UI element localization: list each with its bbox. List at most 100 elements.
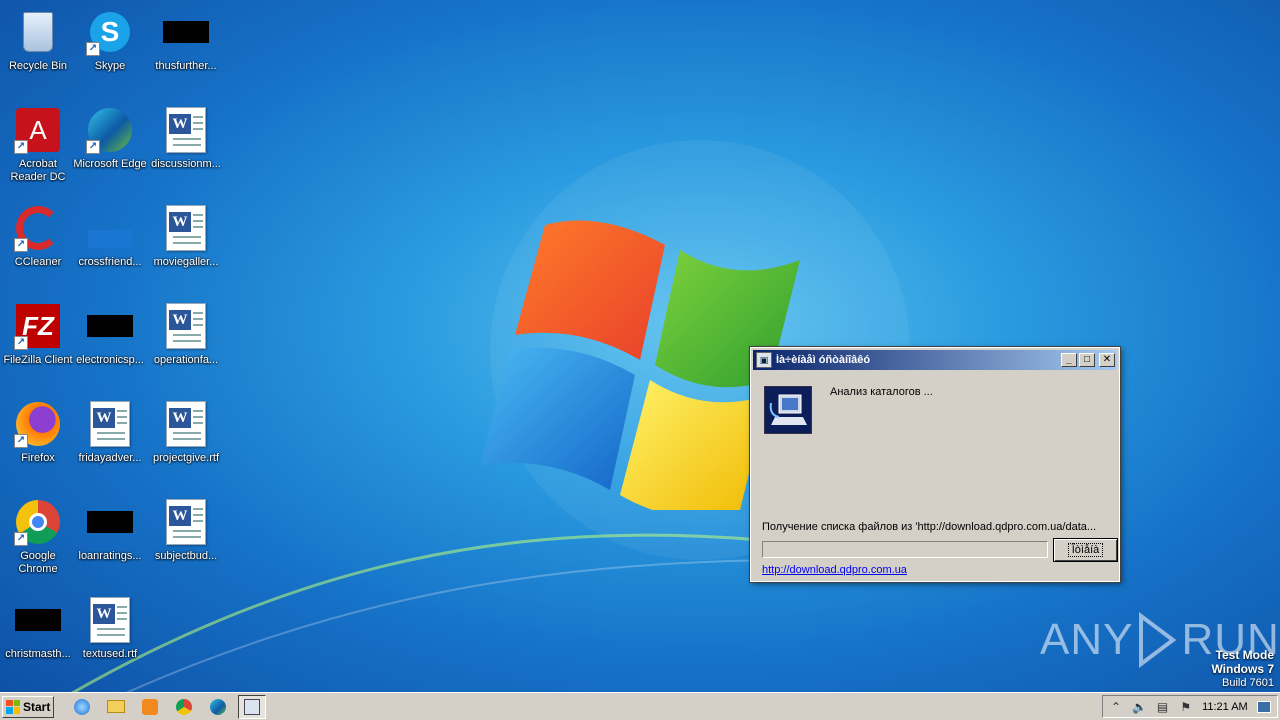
- desktop-icon-label: Acrobat Reader DC: [10, 158, 66, 183]
- shortcut-arrow-icon: ↗: [14, 336, 28, 350]
- windows-flag-icon: [6, 699, 20, 714]
- computer-network-icon: [764, 386, 812, 434]
- shortcut-arrow-icon: ↗: [14, 434, 28, 448]
- desktop-icon[interactable]: Wfridayadver...: [72, 394, 148, 486]
- word-doc-icon: W: [162, 302, 210, 350]
- installer-icon[interactable]: [238, 694, 266, 719]
- edge-icon: ↗: [86, 106, 134, 154]
- ie-icon[interactable]: [68, 695, 96, 719]
- desktop-icon-label: projectgive.rtf: [152, 452, 220, 464]
- blacked-out-file-icon: [86, 302, 134, 350]
- ccleaner-icon: ↗: [14, 204, 62, 252]
- play-icon: [1139, 612, 1177, 668]
- desktop-icon-label: Microsoft Edge: [73, 158, 147, 170]
- shortcut-arrow-icon: ↗: [86, 140, 100, 154]
- chrome-icon[interactable]: [170, 695, 198, 719]
- desktop-icon[interactable]: ↗ Google Chrome: [0, 492, 76, 584]
- blacked-out-file-icon: [162, 8, 210, 56]
- desktop-icon[interactable]: thusfurther...: [148, 2, 224, 94]
- desktop-icon-label: loanratings...: [78, 550, 142, 562]
- blacked-out-file-icon: [14, 596, 62, 644]
- desktop-icon[interactable]: A ↗ Acrobat Reader DC: [0, 100, 76, 192]
- desktop-icon-label: textused.rtf: [82, 648, 138, 660]
- word-doc-icon: W: [162, 204, 210, 252]
- cancel-button[interactable]: Îòìåíà: [1053, 538, 1118, 562]
- test-mode-line2: Windows 7: [1211, 662, 1274, 676]
- taskbar: Start ⌃ 🔈 ▤ ⚑ 11:21 AM: [0, 692, 1280, 720]
- desktop-icon[interactable]: Wtextused.rtf: [72, 590, 148, 682]
- network-icon[interactable]: ▤: [1156, 700, 1170, 714]
- desktop-icon-label: christmasth...: [5, 648, 71, 660]
- skype-icon: S ↗: [86, 8, 134, 56]
- dialog-titlebar[interactable]: ▣ Íà÷èíàåì óñòàíîâêó _ □ ✕: [753, 350, 1117, 370]
- desktop-icon-label: Recycle Bin: [8, 60, 68, 72]
- desktop-icon[interactable]: ↗ CCleaner: [0, 198, 76, 290]
- quick-launch: [68, 694, 272, 719]
- desktop-icon[interactable]: crossfriend...: [72, 198, 148, 290]
- word-doc-icon: W: [162, 106, 210, 154]
- volume-icon[interactable]: 🔈: [1132, 700, 1147, 714]
- desktop-icon[interactable]: electronicsp...: [72, 296, 148, 388]
- shortcut-arrow-icon: ↗: [14, 140, 28, 154]
- shortcut-arrow-icon: ↗: [14, 238, 28, 252]
- desktop-icon[interactable]: Wsubjectbud...: [148, 492, 224, 584]
- desktop-icon[interactable]: Wprojectgive.rtf: [148, 394, 224, 486]
- desktop-icon-label: Google Chrome: [18, 550, 58, 575]
- start-label: Start: [23, 699, 51, 714]
- desktop-icon[interactable]: ↗ Microsoft Edge: [72, 100, 148, 192]
- show-hidden-icons-icon[interactable]: ⌃: [1109, 700, 1123, 714]
- word-doc-icon: W: [86, 400, 134, 448]
- word-doc-icon: W: [162, 498, 210, 546]
- desktop-icon-label: fridayadver...: [78, 452, 142, 464]
- desktop-icon-label: Firefox: [21, 452, 55, 464]
- desktop-icon-label: electronicsp...: [76, 354, 144, 366]
- cancel-button-label: Îòìåíà: [1067, 543, 1104, 557]
- test-mode-line3: Build 7601: [1222, 677, 1274, 689]
- desktop-icon-label: CCleaner: [14, 256, 62, 268]
- word-doc-icon: W: [162, 400, 210, 448]
- firefox-icon: ↗: [14, 400, 62, 448]
- desktop-icon-label: discussionm...: [151, 158, 221, 170]
- show-desktop-icon[interactable]: [1257, 700, 1271, 713]
- action-center-flag-icon[interactable]: ⚑: [1179, 700, 1193, 714]
- desktop-icon-label: Skype: [94, 60, 126, 72]
- acrobat-icon: A ↗: [14, 106, 62, 154]
- maximize-button[interactable]: □: [1079, 353, 1095, 367]
- desktop-icon[interactable]: ↗ Firefox: [0, 394, 76, 486]
- media-player-icon[interactable]: [136, 695, 164, 719]
- desktop-icon[interactable]: Woperationfa...: [148, 296, 224, 388]
- desktop-icon[interactable]: loanratings...: [72, 492, 148, 584]
- test-mode-line1: Test Mode: [1215, 648, 1274, 662]
- download-link[interactable]: http://download.qdpro.com.ua: [762, 564, 907, 576]
- edge-icon[interactable]: [204, 695, 232, 719]
- start-button[interactable]: Start: [2, 695, 54, 718]
- explorer-icon[interactable]: [102, 695, 130, 719]
- word-doc-icon: W: [86, 596, 134, 644]
- progress-bar: [762, 541, 1048, 558]
- recycle-bin-icon: [14, 8, 62, 56]
- watermark-left: ANY: [1040, 615, 1134, 664]
- desktop-icon-label: crossfriend...: [78, 256, 142, 268]
- shortcut-arrow-icon: ↗: [86, 42, 100, 56]
- desktop-icon[interactable]: S ↗ Skype: [72, 2, 148, 94]
- clock[interactable]: 11:21 AM: [1202, 701, 1248, 713]
- desktop-icon[interactable]: Wmoviegaller...: [148, 198, 224, 290]
- desktop-icon-label: subjectbud...: [154, 550, 218, 562]
- installer-icon: ▣: [756, 352, 772, 368]
- desktop-icon[interactable]: Wdiscussionm...: [148, 100, 224, 192]
- desktop-icon[interactable]: Recycle Bin: [0, 2, 76, 94]
- dialog-title: Íà÷èíàåì óñòàíîâêó: [776, 354, 871, 366]
- desktop-icon[interactable]: christmasth...: [0, 590, 76, 682]
- close-button[interactable]: ✕: [1099, 353, 1115, 367]
- test-mode-notice: Test Mode Windows 7 Build 7601: [1211, 648, 1274, 690]
- progress-label: Получение списка файлов из 'http://downl…: [762, 521, 1097, 533]
- desktop-icon-label: FileZilla Client: [3, 354, 73, 366]
- desktop-icon[interactable]: FZ ↗ FileZilla Client: [0, 296, 76, 388]
- filezilla-icon: FZ ↗: [14, 302, 62, 350]
- minimize-button[interactable]: _: [1061, 353, 1077, 367]
- shortcut-arrow-icon: ↗: [14, 532, 28, 546]
- folder-icon: [86, 204, 134, 252]
- desktop-icon-label: moviegaller...: [153, 256, 219, 268]
- desktop-icon-label: operationfa...: [153, 354, 219, 366]
- blacked-out-file-icon: [86, 498, 134, 546]
